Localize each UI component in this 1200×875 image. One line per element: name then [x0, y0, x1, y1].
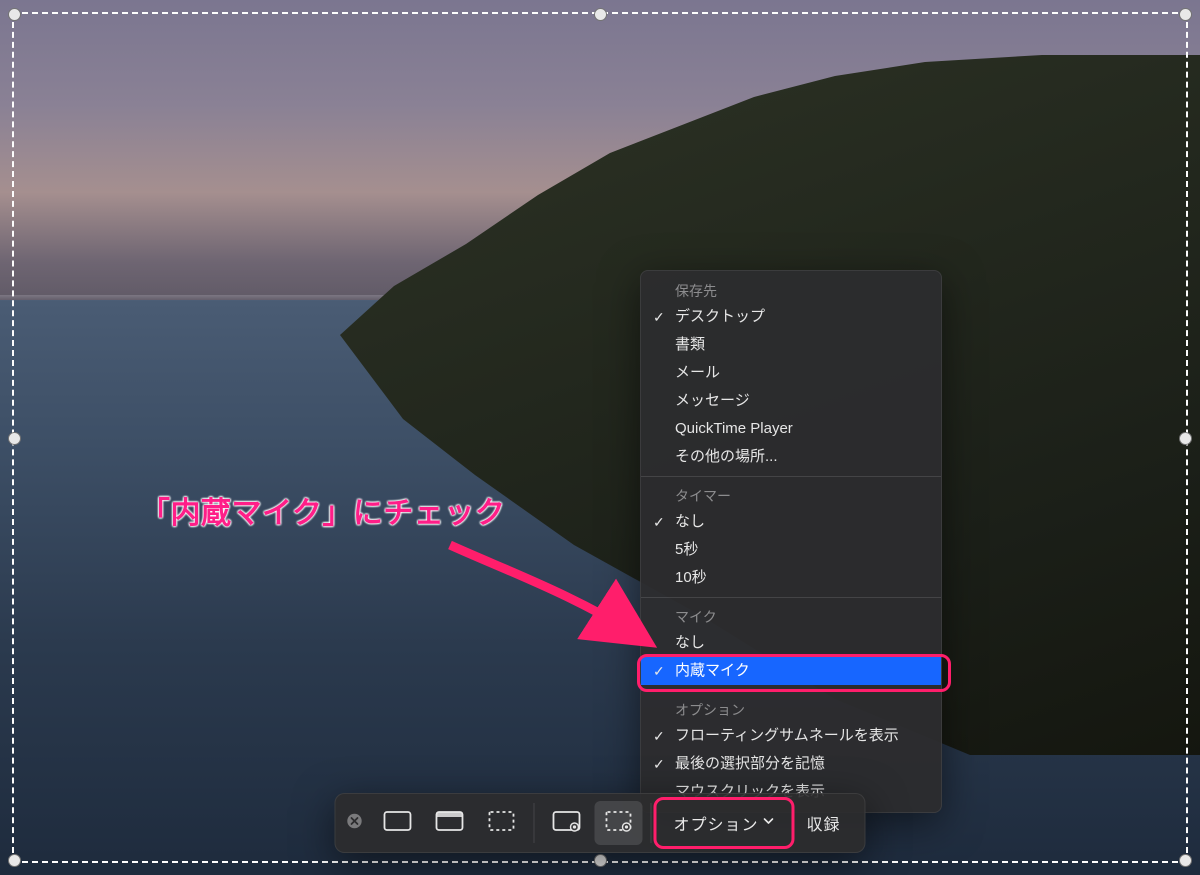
resize-handle-bottom-right[interactable]	[1179, 854, 1192, 867]
annotation-callout: 「内蔵マイク」にチェック	[140, 488, 505, 532]
menu-item-label: 内蔵マイク	[675, 662, 750, 679]
toolbar-separator	[650, 803, 651, 843]
check-icon: ✓	[653, 753, 665, 775]
capture-window-icon	[434, 809, 464, 838]
record-entire-screen-icon	[551, 809, 581, 838]
menu-item-label: フローティングサムネールを表示	[675, 727, 899, 744]
menu-item-label: その他の場所...	[675, 448, 778, 465]
menu-item-label: なし	[675, 634, 705, 651]
menu-item-label: 最後の選択部分を記憶	[675, 755, 825, 772]
screenshot-toolbar: オプション 収録	[334, 793, 865, 853]
options-menu[interactable]: 保存先 ✓ デスクトップ書類メールメッセージ QuickTime Player その他の…	[640, 270, 942, 813]
menu-separator	[641, 597, 941, 598]
resize-handle-middle-right[interactable]	[1179, 432, 1192, 445]
menu-item-label: 書類	[675, 336, 705, 353]
resize-handle-bottom-left[interactable]	[8, 854, 21, 867]
capture-button-label: 収録	[807, 811, 841, 835]
close-icon	[346, 813, 362, 834]
menu-item[interactable]: 書類	[641, 331, 941, 359]
capture-selection-icon	[486, 809, 516, 838]
annotation-arrow	[445, 540, 665, 670]
toolbar-separator	[533, 803, 534, 843]
menu-section-title: オプション	[641, 696, 941, 722]
resize-handle-middle-left[interactable]	[8, 432, 21, 445]
capture-button[interactable]: 収録	[793, 801, 855, 845]
check-icon: ✓	[653, 306, 665, 328]
menu-section-title: マイク	[641, 603, 941, 629]
menu-item[interactable]: 10秒	[641, 564, 941, 592]
menu-item[interactable]: QuickTime Player	[641, 415, 941, 443]
menu-item-label: 5秒	[675, 541, 698, 558]
chevron-down-icon	[759, 814, 775, 832]
menu-separator	[641, 690, 941, 691]
resize-handle-bottom-center[interactable]	[594, 854, 607, 867]
capture-entire-screen-icon	[382, 809, 412, 838]
menu-separator	[641, 476, 941, 477]
capture-window-button[interactable]	[425, 801, 473, 845]
menu-item[interactable]: なし	[641, 629, 941, 657]
menu-section-title: タイマー	[641, 482, 941, 508]
options-button-label: オプション	[673, 811, 758, 835]
record-selection-icon	[603, 809, 633, 838]
check-icon: ✓	[653, 725, 665, 747]
resize-handle-top-left[interactable]	[8, 8, 21, 21]
menu-item[interactable]: ✓ なし	[641, 508, 941, 536]
menu-section-title: 保存先	[641, 277, 941, 303]
menu-item[interactable]: ✓ フローティングサムネールを表示	[641, 722, 941, 750]
resize-handle-top-right[interactable]	[1179, 8, 1192, 21]
menu-item-label: なし	[675, 513, 705, 530]
menu-item[interactable]: メール	[641, 359, 941, 387]
menu-item-label: QuickTime Player	[675, 420, 793, 437]
capture-entire-screen-button[interactable]	[373, 801, 421, 845]
options-button[interactable]: オプション	[659, 801, 788, 845]
check-icon: ✓	[653, 511, 665, 533]
menu-item[interactable]: その他の場所...	[641, 443, 941, 471]
menu-item[interactable]: メッセージ	[641, 387, 941, 415]
menu-item[interactable]: ✓ デスクトップ	[641, 303, 941, 331]
menu-item-label: デスクトップ	[675, 308, 765, 325]
capture-selection-button[interactable]	[477, 801, 525, 845]
menu-item[interactable]: 5秒	[641, 536, 941, 564]
desktop-wallpaper	[0, 0, 1200, 875]
resize-handle-top-center[interactable]	[594, 8, 607, 21]
menu-item[interactable]: ✓内蔵マイク	[641, 657, 941, 685]
record-selection-button[interactable]	[594, 801, 642, 845]
menu-item-label: メッセージ	[675, 392, 750, 409]
menu-item-label: 10秒	[675, 569, 707, 586]
menu-item-label: メール	[675, 364, 720, 381]
record-entire-screen-button[interactable]	[542, 801, 590, 845]
menu-item[interactable]: ✓ 最後の選択部分を記憶	[641, 750, 941, 778]
close-button[interactable]	[339, 801, 369, 845]
